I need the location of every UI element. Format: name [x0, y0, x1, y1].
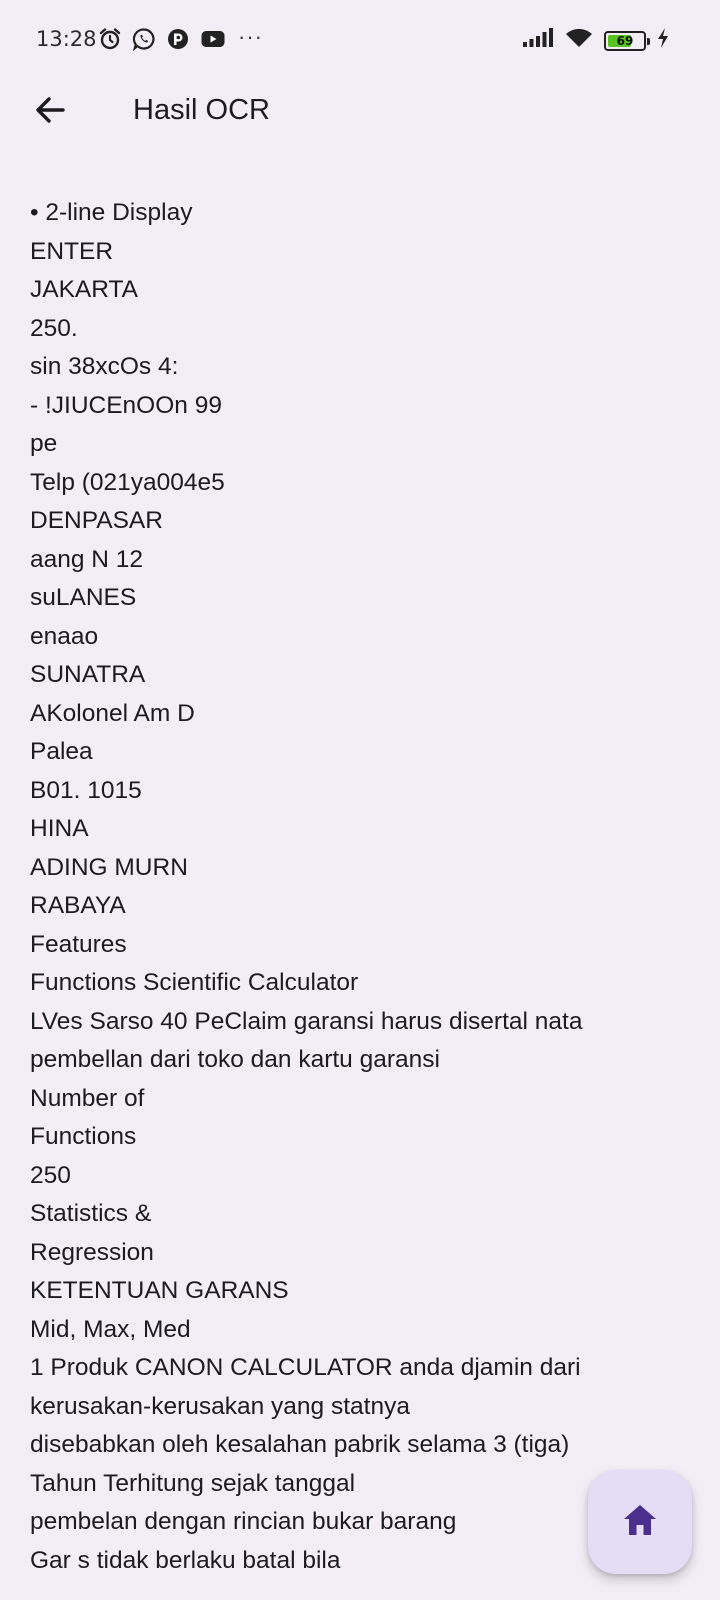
status-bar: 13:28 ··· 69: [0, 0, 720, 80]
whatsapp-icon: [132, 27, 156, 51]
ocr-line: SUNATRA: [30, 661, 146, 688]
ocr-line: - !JIUCEnOOn 99: [30, 391, 222, 419]
ocr-line: Functions Scientific Calculator: [30, 969, 359, 996]
ocr-line: pembellan dari toko dan kartu garansi: [30, 1046, 440, 1073]
ocr-line: Regression: [30, 1238, 154, 1266]
ocr-line: HINA: [30, 815, 89, 842]
ocr-line: Statistics &: [30, 1200, 152, 1227]
ocr-line: DENPASAR: [30, 507, 163, 534]
ocr-line: ADING MURN: [30, 853, 188, 881]
ocr-line: Telp (021ya004e5: [30, 468, 225, 496]
ocr-line: B01. 1015: [30, 776, 142, 804]
wifi-icon: [564, 26, 594, 55]
battery-level: 69: [616, 33, 634, 48]
signal-icon: [522, 27, 554, 54]
charging-icon: [656, 27, 670, 54]
more-notifications-indicator: ···: [238, 24, 263, 49]
arrow-left-icon: [33, 93, 67, 132]
ocr-line: sin 38xcOs 4:: [30, 353, 179, 380]
battery-tip: [647, 37, 650, 45]
ocr-line: kerusakan-kerusakan yang statnya: [30, 1392, 410, 1420]
back-button[interactable]: [24, 86, 76, 138]
ocr-line: • 2-line Display: [30, 199, 193, 226]
ocr-line: 250.: [30, 314, 78, 342]
notification-icons: [98, 27, 226, 51]
alarm-icon: [98, 27, 122, 51]
ocr-line: Number of: [30, 1084, 145, 1112]
app-bar: Hasil OCR: [0, 80, 720, 144]
ocr-line: enaao: [30, 622, 99, 650]
ocr-result-text: • 2-line Display ENTER JAKARTA 250. sin …: [30, 194, 700, 1580]
ocr-line: JAKARTA: [30, 276, 139, 303]
ocr-line: Palea: [30, 738, 93, 765]
ocr-line: disebabkan oleh kesalahan pabrik selama …: [30, 1431, 570, 1458]
ocr-line: Mid, Max, Med: [30, 1315, 191, 1343]
ocr-line: 1 Produk CANON CALCULATOR anda djamin da…: [30, 1354, 581, 1381]
ocr-line: pe: [30, 430, 58, 457]
ocr-line: 250: [30, 1161, 71, 1189]
ocr-line: RABAYA: [30, 892, 126, 919]
battery-icon: 69: [604, 30, 650, 51]
app-notification-icon: [166, 27, 190, 51]
home-icon: [621, 1502, 659, 1543]
ocr-line: suLANES: [30, 584, 137, 611]
system-icons: 69: [522, 26, 670, 55]
ocr-line: Features: [30, 930, 127, 958]
ocr-line: KETENTUAN GARANS: [30, 1277, 289, 1304]
ocr-line: Functions: [30, 1123, 137, 1150]
ocr-line: LVes Sarso 40 PeClaim garansi harus dise…: [30, 1007, 583, 1035]
ocr-line: AKolonel Am D: [30, 699, 195, 727]
ocr-line: aang N 12: [30, 545, 144, 573]
page-title: Hasil OCR: [133, 94, 270, 126]
home-button[interactable]: [588, 1470, 692, 1574]
status-time: 13:28: [36, 27, 97, 51]
ocr-line: ENTER: [30, 237, 114, 265]
youtube-icon: [200, 27, 226, 51]
